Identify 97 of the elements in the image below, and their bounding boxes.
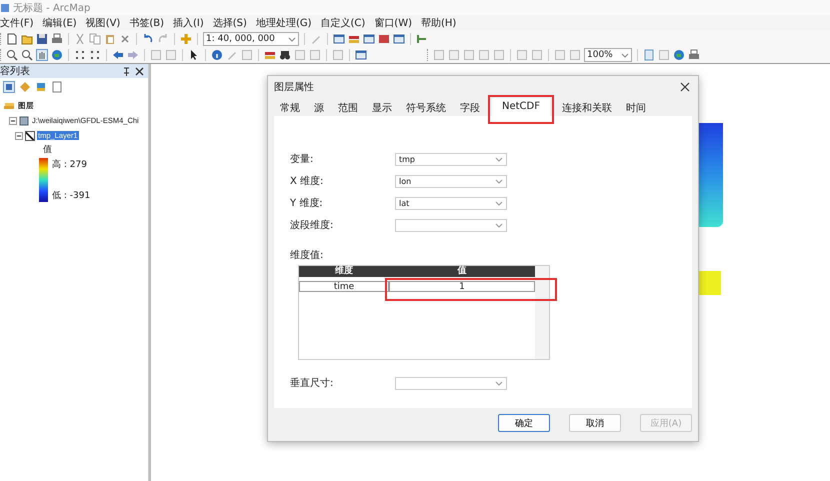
column-header: 维度 <box>334 266 354 277</box>
caret-icon <box>495 380 503 386</box>
scrollbar[interactable] <box>535 266 549 359</box>
collapse-icon[interactable] <box>15 132 23 140</box>
window-icon[interactable] <box>355 49 367 61</box>
zoom-in-icon[interactable] <box>6 49 18 61</box>
field-label: 变量: <box>290 152 314 166</box>
right-arrow-icon[interactable] <box>127 49 139 61</box>
connector-icon[interactable] <box>416 33 428 45</box>
dropdown-field[interactable] <box>395 218 507 232</box>
layers-icon[interactable] <box>348 33 360 45</box>
tab[interactable]: 范围 <box>331 101 365 116</box>
tab[interactable]: 源 <box>307 101 331 116</box>
menu-item[interactable]: 视图(V) <box>86 16 120 30</box>
caret-icon <box>495 200 503 206</box>
color-ramp <box>39 158 48 202</box>
legend-heading: 值 <box>42 144 53 156</box>
tab[interactable]: NetCDF <box>492 98 550 116</box>
scissors-icon[interactable] <box>74 33 86 45</box>
menu-item[interactable]: 自定义(C) <box>320 16 366 30</box>
collapse-icon[interactable] <box>9 116 17 124</box>
copy-icon[interactable] <box>89 33 101 45</box>
pointer-icon[interactable] <box>188 49 200 61</box>
tab[interactable]: 时间 <box>619 101 653 116</box>
caret-icon <box>495 222 503 228</box>
tab[interactable]: 显示 <box>365 101 399 116</box>
field-label: X 维度: <box>290 174 324 188</box>
pin-icon[interactable] <box>122 66 131 76</box>
printer-icon[interactable] <box>51 33 63 45</box>
table-cell: time <box>299 281 389 292</box>
binoculars-icon[interactable] <box>279 49 291 61</box>
menu-item[interactable]: 地理处理(G) <box>256 16 312 30</box>
caret-icon <box>288 36 296 42</box>
layer-checkbox[interactable] <box>25 130 35 140</box>
scale-field[interactable]: 1: 40, 000, 000 <box>203 32 299 46</box>
legend-low-value: 低 : -391 <box>52 190 90 202</box>
close-icon[interactable] <box>135 66 144 76</box>
tab[interactable]: 连接和关联 <box>555 101 619 116</box>
menu-item[interactable]: 编辑(E) <box>42 16 77 30</box>
field-label: Y 维度: <box>290 196 324 210</box>
section-label: 维度值: <box>290 248 324 262</box>
caret-icon <box>621 52 629 58</box>
grid-icon[interactable] <box>74 49 86 61</box>
menu-item[interactable]: 选择(S) <box>212 16 247 30</box>
menu-item[interactable]: 插入(I) <box>173 16 204 30</box>
column-header: 值 <box>456 266 468 277</box>
window-title: 无标题 - ArcMap <box>13 2 90 14</box>
delete-icon[interactable] <box>119 33 131 45</box>
caret-icon <box>495 178 503 184</box>
table-cell[interactable]: 1 <box>389 281 535 292</box>
field-label: 垂直尺寸: <box>290 376 334 390</box>
tab[interactable]: 字段 <box>453 101 487 116</box>
window-icon[interactable] <box>363 33 375 45</box>
list-by-source-icon[interactable] <box>19 81 31 93</box>
window-icon[interactable] <box>393 33 405 45</box>
menu-item[interactable]: 文件(F) <box>0 16 34 30</box>
database-icon <box>19 116 29 126</box>
annotation-frame <box>488 95 554 124</box>
panel-title: 容列表 <box>0 64 31 78</box>
list-by-drawing-order-icon[interactable] <box>3 81 15 93</box>
add-data-icon[interactable] <box>180 33 192 45</box>
save-icon[interactable] <box>36 33 48 45</box>
options-icon[interactable] <box>51 81 63 93</box>
info-icon[interactable] <box>211 49 223 61</box>
square-icon[interactable] <box>378 33 390 45</box>
dialog-title: 图层属性 <box>274 80 314 94</box>
clipboard-icon[interactable] <box>104 33 116 45</box>
page-icon[interactable] <box>643 49 655 61</box>
dialog-button[interactable]: 取消 <box>569 414 621 432</box>
globe-icon[interactable] <box>673 49 685 61</box>
menu-item[interactable]: 窗口(W) <box>374 16 412 30</box>
printer-icon[interactable] <box>688 49 700 61</box>
list-by-visibility-icon[interactable] <box>35 81 47 93</box>
dropdown-field[interactable]: tmp <box>395 152 507 166</box>
app-icon <box>0 2 10 12</box>
grid-icon[interactable] <box>89 49 101 61</box>
menu-item[interactable]: 帮助(H) <box>421 16 456 30</box>
dropdown-field[interactable]: lon <box>395 174 507 188</box>
legend-high-value: 高 : 279 <box>52 158 88 171</box>
globe-icon[interactable] <box>51 49 63 61</box>
menu-item[interactable]: 书签(B) <box>129 16 164 30</box>
zoom-in-icon[interactable] <box>21 49 33 61</box>
dropdown-field[interactable]: lat <box>395 196 507 210</box>
window-icon[interactable] <box>333 33 345 45</box>
dialog-button[interactable]: 确定 <box>498 414 550 432</box>
tab[interactable]: 常规 <box>273 101 307 116</box>
close-icon[interactable] <box>680 82 690 92</box>
folder-icon[interactable] <box>21 33 33 45</box>
document-icon[interactable] <box>6 33 18 45</box>
dropdown-field[interactable] <box>395 376 507 390</box>
layers-icon[interactable] <box>264 49 276 61</box>
caret-icon <box>495 156 503 162</box>
undo-icon[interactable] <box>142 33 154 45</box>
left-arrow-icon[interactable] <box>112 49 124 61</box>
tab[interactable]: 符号系统 <box>399 101 453 116</box>
field-label: 波段维度: <box>290 218 334 232</box>
zoom-field[interactable]: 100% <box>584 48 632 62</box>
